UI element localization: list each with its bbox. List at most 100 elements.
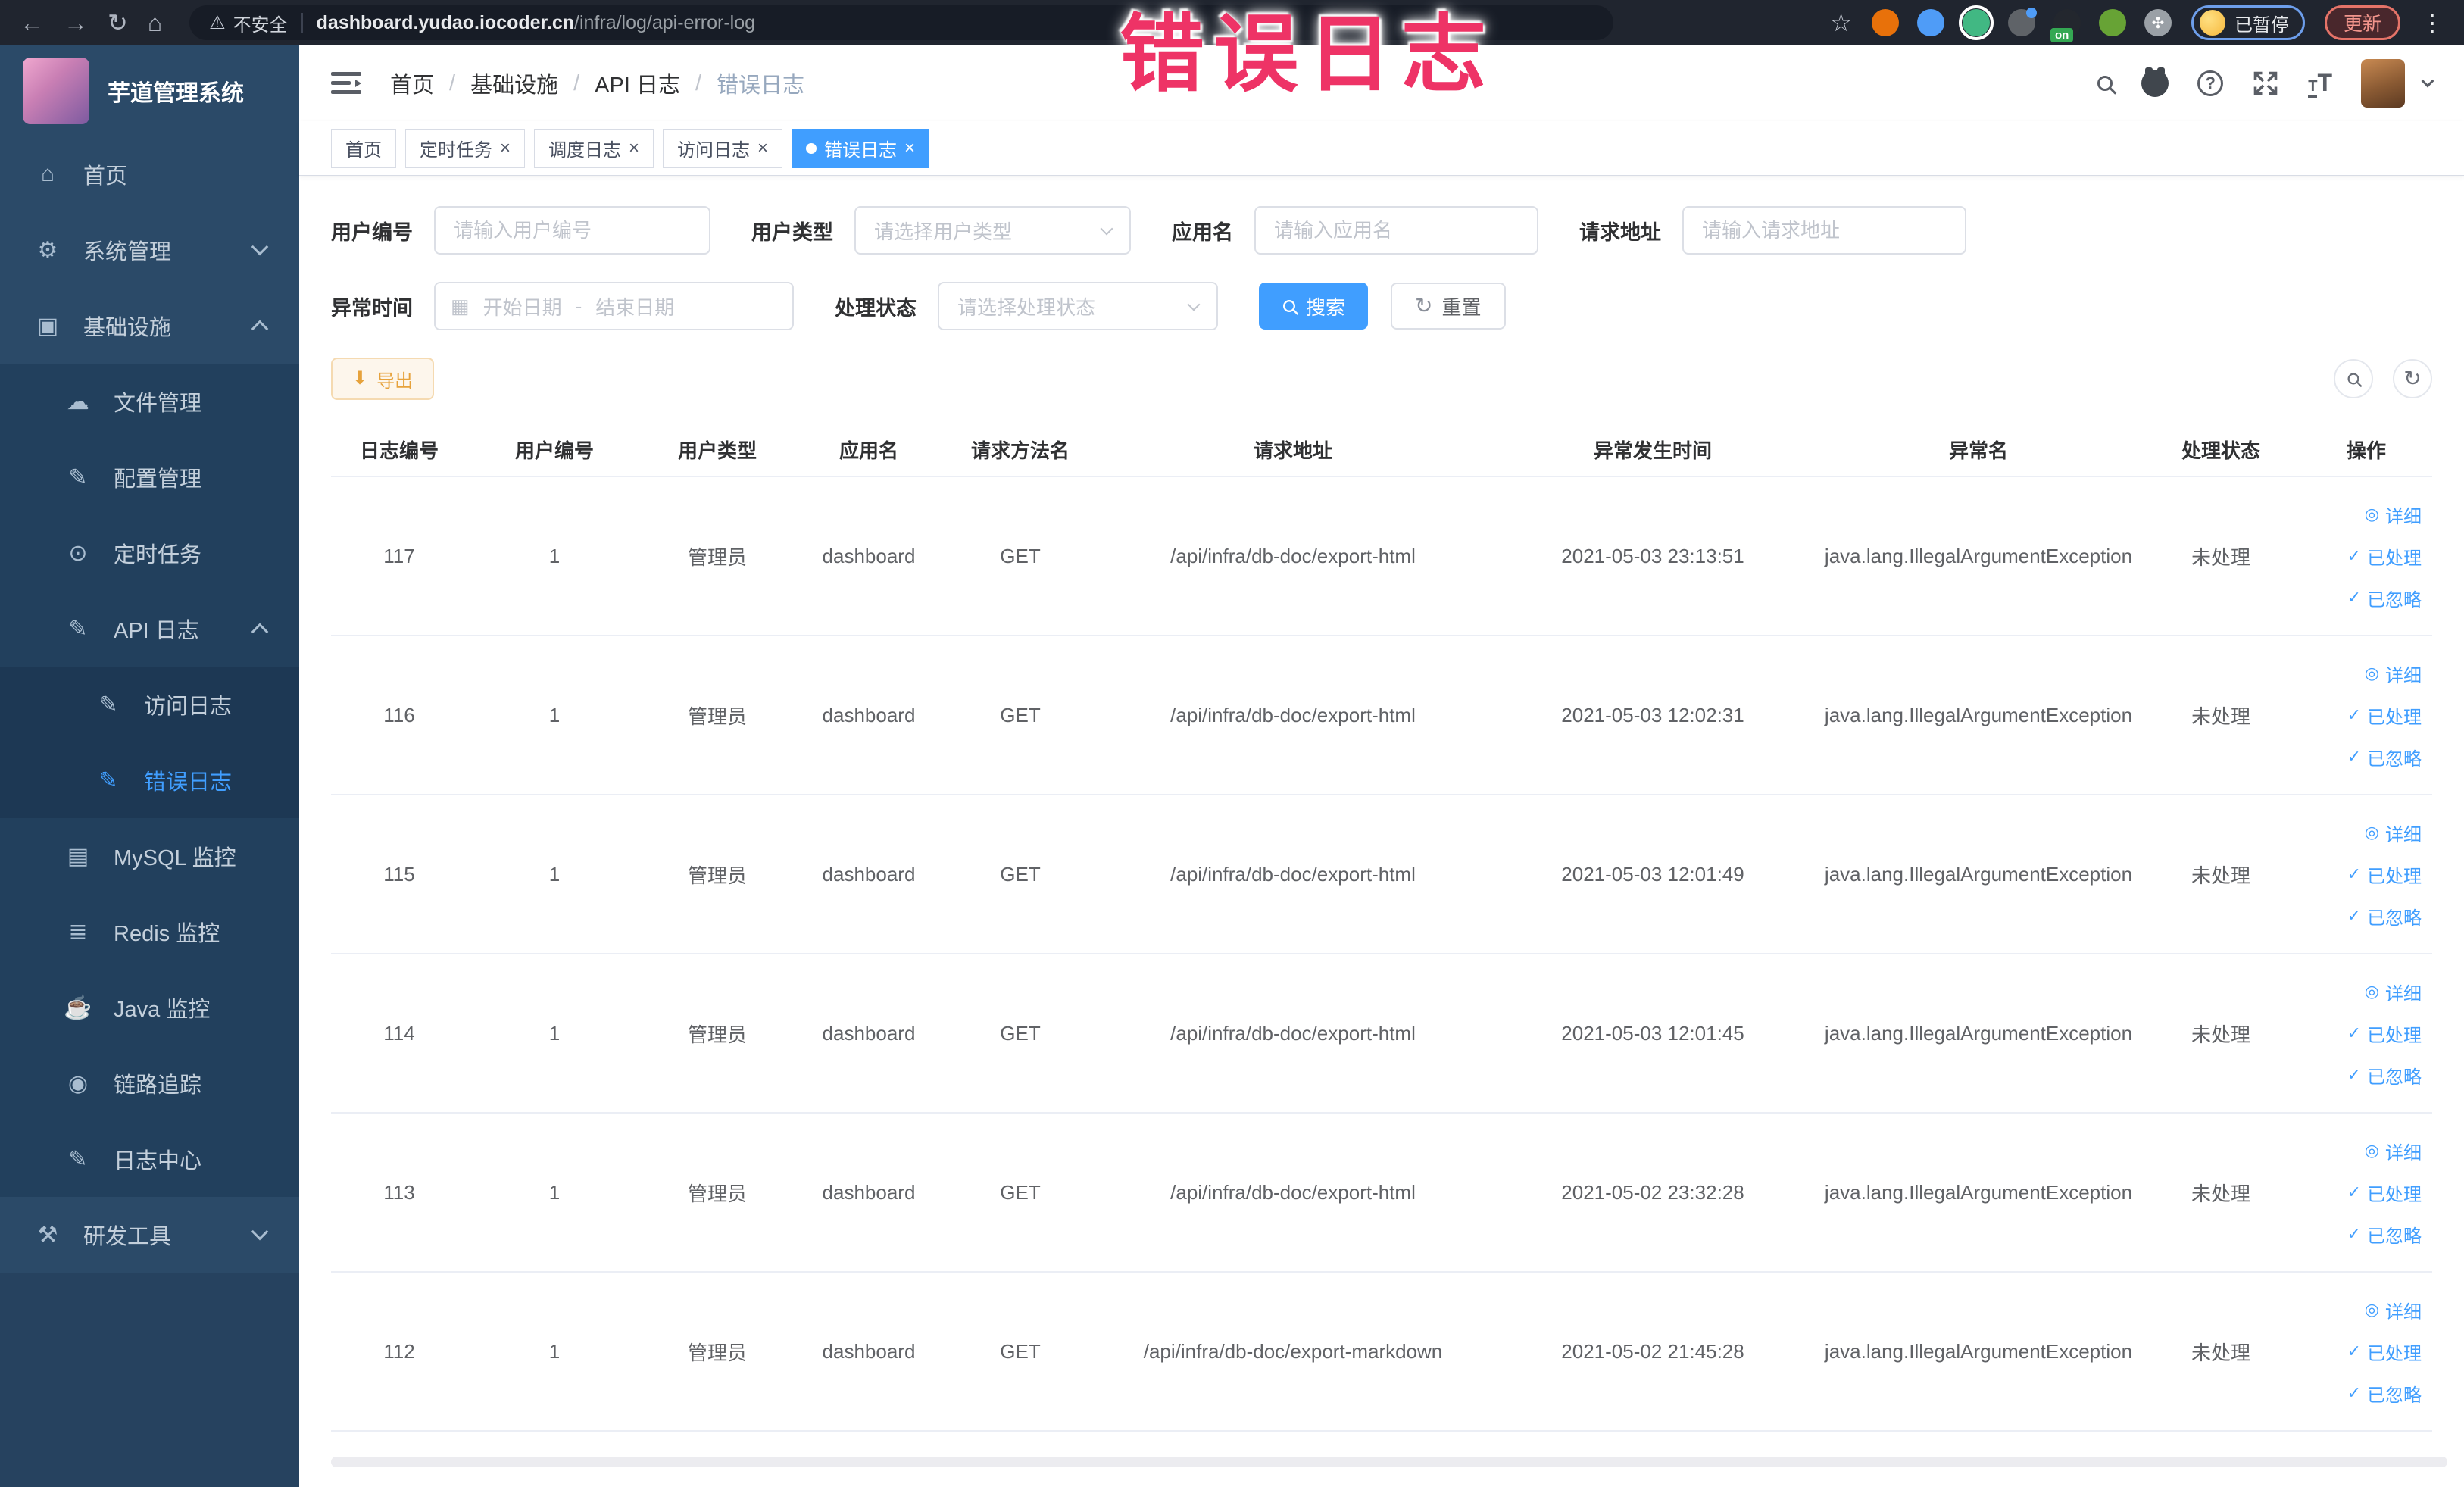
browser-forward-icon[interactable]: → (64, 11, 88, 35)
ext-switch-icon[interactable]: on (2050, 9, 2081, 42)
breadcrumb-separator: / (695, 70, 702, 95)
breadcrumb-item[interactable]: 首页 (390, 67, 434, 99)
breadcrumb-item[interactable]: 基础设施 (470, 67, 558, 99)
action-link-已处理[interactable]: ✓ 已处理 (2347, 861, 2422, 888)
reset-button[interactable]: ↻ 重置 (1391, 283, 1506, 330)
profile-paused-chip[interactable]: 已暂停 (2191, 5, 2305, 40)
ext-adblock-icon[interactable] (1871, 9, 1899, 36)
action-link-已处理[interactable]: ✓ 已处理 (2347, 543, 2422, 570)
stack-icon: ≣ (68, 919, 88, 945)
table-cell: 管理员 (687, 545, 747, 569)
tab-close-icon[interactable]: × (500, 139, 511, 158)
action-link-详细[interactable]: ◎ 详细 (2365, 501, 2422, 528)
date-range-picker[interactable]: ▦ 开始日期 - 结束日期 (434, 282, 794, 330)
tags-view-tab-首页[interactable]: 首页 (331, 128, 396, 168)
horizontal-scrollbar[interactable] (331, 1457, 2447, 1467)
table-toolbar: ⬇ 导出 ↻ (331, 358, 2432, 400)
bookmark-star-icon[interactable]: ☆ (1830, 8, 1852, 37)
address-bar[interactable]: ⚠ 不安全 dashboard.yudao.iocoder.cn /infra/… (189, 5, 1614, 40)
tags-view-tab-错误日志[interactable]: 错误日志 × (792, 128, 930, 168)
sidebar-item-log-center[interactable]: ✎ 日志中心 (0, 1121, 299, 1197)
search-button[interactable]: 搜索 (1259, 283, 1369, 330)
tags-view-tab-调度日志[interactable]: 调度日志 × (534, 128, 654, 168)
sidebar-collapse-icon[interactable] (331, 70, 361, 96)
sidebar-item-config[interactable]: ✎ 配置管理 (0, 439, 299, 515)
browser-reload-icon[interactable]: ↻ (108, 11, 128, 35)
action-link-已忽略[interactable]: ✓ 已忽略 (2347, 903, 2422, 929)
github-icon[interactable] (2141, 67, 2169, 97)
browser-actions: ☆ on ✣ 已暂停 更新 ⋮ (1830, 5, 2444, 42)
sidebar-item-label: Redis 监控 (114, 922, 220, 946)
app-name-input[interactable] (1254, 206, 1538, 255)
browser-update-button[interactable]: 更新 (2324, 5, 2400, 40)
sidebar-item-label: 文件管理 (114, 392, 202, 416)
header-search-icon[interactable] (2097, 76, 2113, 91)
process-status-select[interactable]: 请选择处理状态 (938, 282, 1218, 330)
sidebar-item-mysql[interactable]: ▤ MySQL 监控 (0, 818, 299, 894)
action-link-已忽略[interactable]: ✓ 已忽略 (2347, 1221, 2422, 1248)
action-link-已忽略[interactable]: ✓ 已忽略 (2347, 744, 2422, 770)
sidebar-item-file[interactable]: ☁ 文件管理 (0, 364, 299, 439)
ext-shield-icon[interactable] (1916, 9, 1944, 36)
ext-leaf-icon[interactable] (2098, 9, 2126, 36)
help-icon[interactable]: ? (2197, 70, 2224, 96)
browser-back-icon[interactable]: ← (20, 11, 44, 35)
user-menu-caret-icon[interactable] (2421, 74, 2434, 88)
browser-home-icon[interactable]: ⌂ (148, 11, 162, 35)
table-header-cell: 用户编号 (514, 439, 594, 462)
sidebar-item-system[interactable]: ⚙ 系统管理 (0, 212, 299, 288)
action-link-已忽略[interactable]: ✓ 已忽略 (2347, 1380, 2422, 1407)
sidebar-item-api-log[interactable]: ✎ API 日志 (0, 591, 299, 667)
user-type-select[interactable]: 请选择用户类型 (854, 206, 1131, 255)
request-url-input[interactable] (1682, 206, 1966, 255)
sidebar-item-trace[interactable]: ◉ 链路追踪 (0, 1045, 299, 1121)
tab-close-icon[interactable]: × (904, 139, 915, 158)
address-divider (301, 13, 303, 33)
table-cell: GET (1000, 862, 1041, 886)
action-link-详细[interactable]: ◎ 详细 (2365, 1138, 2422, 1164)
refresh-table-button[interactable]: ↻ (2393, 359, 2432, 398)
tags-view-tab-定时任务[interactable]: 定时任务 × (405, 128, 526, 168)
tab-close-icon[interactable]: × (757, 139, 768, 158)
export-button[interactable]: ⬇ 导出 (331, 358, 435, 400)
sidebar-item-access-log[interactable]: ✎ 访问日志 (0, 667, 299, 742)
action-link-详细[interactable]: ◎ 详细 (2365, 820, 2422, 846)
action-link-详细[interactable]: ◎ 详细 (2365, 661, 2422, 687)
table-header-cell: 异常名 (1948, 439, 2008, 462)
user-id-input[interactable] (434, 206, 710, 255)
fullscreen-icon[interactable] (2252, 70, 2279, 97)
ext-vue-icon[interactable] (1958, 5, 1994, 40)
download-icon: ⬇ (352, 368, 368, 389)
action-link-已处理[interactable]: ✓ 已处理 (2347, 702, 2422, 729)
user-avatar[interactable] (2361, 59, 2405, 108)
table-header-cell: 应用名 (839, 439, 898, 462)
ext-grid-icon[interactable] (2007, 8, 2037, 36)
action-link-详细[interactable]: ◎ 详细 (2365, 979, 2422, 1005)
sidebar-item-home[interactable]: ⌂ 首页 (0, 136, 299, 212)
action-link-已处理[interactable]: ✓ 已处理 (2347, 1179, 2422, 1206)
action-link-已忽略[interactable]: ✓ 已忽略 (2347, 585, 2422, 611)
sidebar-item-job[interactable]: ⊙ 定时任务 (0, 515, 299, 591)
toggle-search-button[interactable] (2334, 359, 2373, 398)
action-link-已处理[interactable]: ✓ 已处理 (2347, 1339, 2422, 1365)
extensions-puzzle-icon[interactable]: ✣ (2144, 9, 2172, 36)
tags-view-tab-访问日志[interactable]: 访问日志 × (663, 128, 783, 168)
sidebar-item-error-log[interactable]: ✎ 错误日志 (0, 742, 299, 818)
app-logo-row[interactable]: 芋道管理系统 (0, 45, 299, 136)
font-size-icon[interactable]: TT (2308, 69, 2332, 98)
sidebar-item-infra[interactable]: ▣ 基础设施 (0, 288, 299, 364)
sidebar-item-java[interactable]: ☕ Java 监控 (0, 970, 299, 1045)
edit-icon: ✎ (68, 1146, 88, 1172)
action-link-已处理[interactable]: ✓ 已处理 (2347, 1020, 2422, 1047)
security-label[interactable]: 不安全 (233, 10, 288, 36)
sidebar-item-devtools[interactable]: ⚒ 研发工具 (0, 1197, 299, 1273)
breadcrumb-item[interactable]: API 日志 (595, 67, 680, 99)
action-link-已忽略[interactable]: ✓ 已忽略 (2347, 1062, 2422, 1089)
tags-view-bar: 首页 定时任务 × 调度日志 × 访问日志 × 错误日志 × (299, 121, 2464, 176)
sidebar-item-redis[interactable]: ≣ Redis 监控 (0, 894, 299, 970)
check-icon: ✓ (2347, 705, 2361, 724)
browser-menu-kebab-icon[interactable]: ⋮ (2420, 8, 2444, 37)
tab-close-icon[interactable]: × (629, 139, 639, 158)
table-row: 116 1 管理员 dashboard GET/api/infra/db-doc/exp… (331, 636, 2432, 795)
action-link-详细[interactable]: ◎ 详细 (2365, 1297, 2422, 1323)
